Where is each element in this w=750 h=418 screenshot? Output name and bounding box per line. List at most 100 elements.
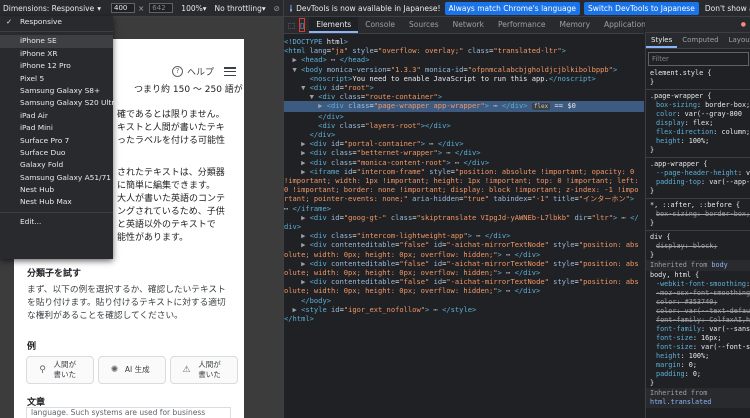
dom-node-line[interactable]: ▶ <div id="goog-gt-" class="skiptranslat… [284, 213, 644, 231]
dom-node-line[interactable]: <html lang="ja" style="overflow: overlay… [284, 46, 644, 55]
css-selector[interactable]: } [646, 187, 750, 196]
tab-performance[interactable]: Performance [491, 17, 553, 33]
device-option[interactable]: Surface Duo [0, 147, 113, 159]
device-option[interactable]: Samsung Galaxy S20 Ultra [0, 97, 119, 109]
device-option[interactable]: iPad Mini [0, 122, 113, 134]
always-match-language-button[interactable]: Always match Chrome's language [444, 1, 580, 15]
dom-node-line[interactable]: ▶ <div class="betternet-wrapper"> ⋯ </di… [284, 148, 644, 157]
styles-tab-computed[interactable]: Computed [677, 36, 723, 45]
css-property[interactable]: margin: 0; [646, 361, 750, 370]
dom-node-line[interactable]: ▶ <iframe id="intercom-frame" style="pos… [284, 167, 644, 213]
css-overridden-property[interactable]: color: #353740; [646, 298, 750, 307]
css-property[interactable]: box-sizing: border-box; [646, 101, 750, 110]
tab-memory[interactable]: Memory [553, 17, 598, 33]
tab-sources[interactable]: Sources [402, 17, 446, 33]
styles-tab-layout[interactable]: Layout [724, 36, 750, 45]
chevron-down-icon[interactable]: ▾ [97, 4, 101, 13]
dom-node-line[interactable]: </div> [284, 130, 644, 139]
css-overridden-property[interactable]: -moz-osx-font-smoothing [646, 289, 750, 298]
dont-show-again-link[interactable]: Don't show again [705, 4, 750, 13]
css-selector[interactable]: } [646, 146, 750, 155]
dom-node-line[interactable]: <div class="layers-root"></div> [284, 121, 644, 130]
dom-node-line[interactable]: ▶ <div class="intercom-lightweight-app">… [284, 231, 644, 240]
device-option[interactable]: ✓ Responsive [0, 16, 113, 28]
css-selector[interactable]: } [646, 219, 750, 228]
css-property[interactable]: padding-top: var(--app-h [646, 178, 750, 187]
dom-node-line[interactable]: ▶ <div class="monica-content-root"> ⋯ </… [284, 158, 644, 167]
dom-node-line[interactable]: ▶ <div contenteditable="false" id="-aich… [284, 240, 644, 258]
css-property[interactable]: font-family: var(--sans [646, 325, 750, 334]
inherited-element-link[interactable]: body [711, 261, 727, 269]
example-chip-human-2[interactable]: ⚠ 人間が 書いた [170, 356, 238, 384]
css-selector[interactable]: element.style { [646, 69, 750, 78]
tab-console[interactable]: Console [358, 17, 402, 33]
example-chip-ai[interactable]: ✺ AI 生成 [98, 356, 166, 384]
device-option[interactable]: Samsung Galaxy A51/71 [0, 172, 113, 184]
css-property[interactable]: font-size: 16px; [646, 334, 750, 343]
height-input[interactable]: 642 [149, 3, 174, 13]
css-overridden-property[interactable]: display: block; [646, 242, 750, 251]
css-property[interactable]: -webkit-font-smoothing: [646, 280, 750, 289]
example-chip-human[interactable]: ⚲ 人間が 書いた [26, 356, 94, 384]
dom-node-line[interactable]: ▶ <div contenteditable="false" id="-aich… [284, 259, 644, 277]
chevron-down-icon[interactable]: ▾ [262, 4, 266, 13]
edit-devices-item[interactable]: Edit... [0, 216, 113, 228]
dom-node-line[interactable]: ▼ <body monica-version="1.3.3" monica-id… [284, 65, 644, 74]
css-selector[interactable]: *, ::after, ::before { [646, 201, 750, 210]
device-option[interactable]: Nest Hub Max [0, 196, 113, 208]
css-property[interactable]: font-size: var(--font-s [646, 343, 750, 352]
device-option[interactable]: iPad Air [0, 110, 113, 122]
device-toolbar-toggle-icon[interactable]: ▯ [299, 18, 306, 32]
dimensions-select[interactable]: Dimensions: Responsive [0, 4, 97, 13]
dom-node-line[interactable]: </div> [284, 112, 644, 121]
zoom-select[interactable]: 100% [181, 4, 202, 13]
css-property[interactable]: padding: 0; [646, 370, 750, 379]
dom-node-line[interactable]: ▶ <div contenteditable="false" id="-aich… [284, 277, 644, 295]
dom-node-line[interactable]: </body> [284, 296, 644, 305]
css-property[interactable]: color: var(--gray-800 [646, 110, 750, 119]
dom-node-line[interactable]: ▶ <style id="igor_ext_nofollow"> ⋯ </sty… [284, 305, 644, 314]
dom-node-line[interactable]: ▼ <div class="route-container"> [284, 92, 644, 101]
css-selector[interactable]: .app-wrapper { [646, 160, 750, 169]
device-option[interactable]: Samsung Galaxy S8+ [0, 85, 113, 97]
device-option[interactable]: Galaxy Fold [0, 159, 113, 171]
dom-node-line[interactable]: ▶ <div class="page-wrapper app-wrapper">… [284, 101, 644, 112]
dom-node-line[interactable]: <!DOCTYPE html> [284, 37, 644, 46]
tab-network[interactable]: Network [446, 17, 491, 33]
help-link[interactable]: ヘルプ [187, 65, 214, 78]
rotate-icon[interactable]: ⊘ [274, 4, 280, 13]
device-option[interactable]: iPhone 12 Pro [0, 60, 113, 72]
css-selector[interactable]: } [646, 379, 750, 388]
css-property[interactable]: height: 100%; [646, 352, 750, 361]
css-property[interactable]: display: flex; [646, 119, 750, 128]
inspect-element-icon[interactable]: ⬚ [288, 18, 295, 32]
chevron-down-icon[interactable]: ▾ [203, 4, 207, 13]
css-overridden-property[interactable]: font-family: ColfaxAI,h [646, 316, 750, 325]
dom-node-line[interactable]: ▶ <head> ⋯ </head> [284, 55, 644, 64]
device-option[interactable]: iPhone XR [0, 48, 113, 60]
device-option[interactable]: Nest Hub [0, 184, 113, 196]
css-overridden-property[interactable]: box-sizing: border-box; [646, 210, 750, 219]
css-selector[interactable]: body, html { [646, 271, 750, 280]
css-selector[interactable]: } [646, 251, 750, 260]
device-option[interactable]: Pixel 5 [0, 73, 113, 85]
css-overridden-property[interactable]: color: var(--text-default [646, 307, 750, 316]
throttle-select[interactable]: No throttling [215, 4, 262, 13]
help-icon[interactable]: ? [171, 66, 183, 77]
elements-dom-tree[interactable]: <!DOCTYPE html> <html lang="ja" style="ov… [284, 34, 644, 418]
css-property[interactable]: flex-direction: column; [646, 128, 750, 137]
css-selector[interactable]: } [646, 78, 750, 87]
dom-node-line[interactable]: ▶ <div id="portal-container"> ⋯ </div> [284, 139, 644, 148]
device-option[interactable]: Surface Pro 7 [0, 135, 113, 147]
dom-node-line[interactable]: </html> [284, 314, 644, 323]
error-indicator-icon[interactable]: ● [741, 21, 746, 28]
styles-tab-styles[interactable]: Styles [646, 33, 678, 48]
dom-node-line[interactable]: <noscript>You need to enable JavaScript … [284, 74, 644, 83]
dom-node-line[interactable]: ▼ <div id="root"> [284, 83, 644, 92]
tab-elements[interactable]: Elements [309, 17, 359, 33]
hamburger-menu-icon[interactable] [224, 67, 236, 76]
text-input-area[interactable]: language. Such systems are used for busi… [26, 407, 231, 418]
inherited-element-link[interactable]: html.translated [650, 398, 711, 406]
width-input[interactable]: 400 [111, 3, 135, 13]
css-selector[interactable]: div { [646, 233, 750, 242]
